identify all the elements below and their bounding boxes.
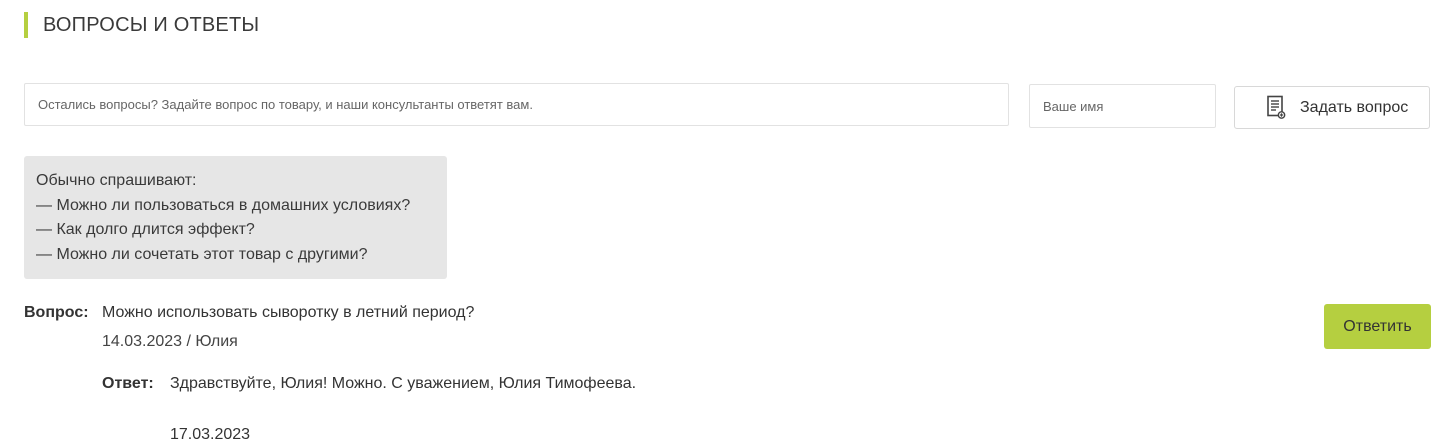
- ask-question-button[interactable]: Задать вопрос: [1234, 86, 1430, 129]
- question-text: Можно использовать сыворотку в летний пе…: [102, 304, 475, 321]
- hints-heading: Обычно спрашивают:: [36, 172, 197, 189]
- answer-label: Ответ:: [102, 375, 154, 392]
- question-label: Вопрос:: [24, 304, 89, 321]
- reply-button[interactable]: Ответить: [1324, 304, 1431, 349]
- faq-hints-box: Обычно спрашивают: — Можно ли пользовать…: [24, 156, 447, 279]
- ask-button-label: Задать вопрос: [1300, 98, 1409, 116]
- hint-item: — Как долго длится эффект?: [36, 221, 255, 238]
- document-icon: [1267, 95, 1286, 119]
- answer-text: Здравствуйте, Юлия! Можно. С уважением, …: [170, 375, 637, 392]
- answer-date: 17.03.2023: [170, 426, 251, 443]
- name-input[interactable]: [1029, 84, 1216, 128]
- question-input[interactable]: [24, 83, 1009, 126]
- question-meta: 14.03.2023 / Юлия: [102, 333, 238, 350]
- hint-item: — Можно ли сочетать этот товар с другими…: [36, 245, 368, 263]
- section-title: ВОПРОСЫ И ОТВЕТЫ: [24, 12, 259, 38]
- hint-item: — Можно ли пользоваться в домашних услов…: [36, 196, 411, 214]
